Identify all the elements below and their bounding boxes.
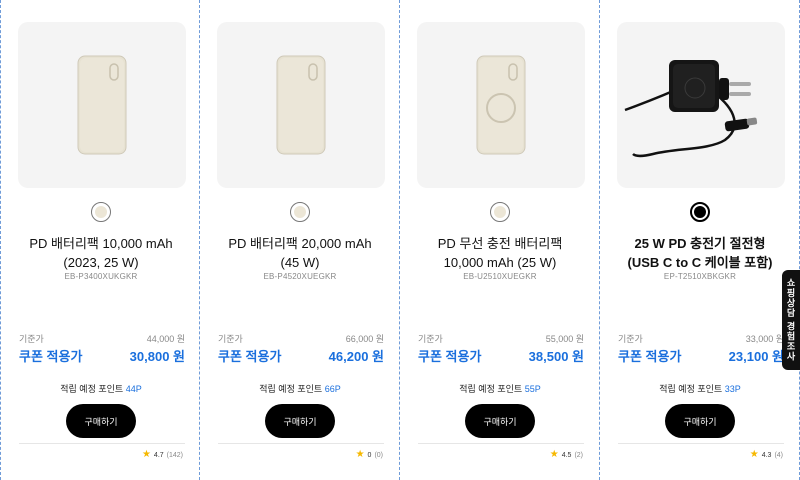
powerbank-icon: [276, 55, 326, 155]
buy-button[interactable]: 구매하기: [465, 404, 535, 438]
wireless-powerbank-icon: [476, 55, 526, 155]
base-price-label: 기준가: [218, 334, 243, 344]
product-image[interactable]: [217, 22, 385, 188]
star-icon: ★: [141, 449, 151, 460]
product-name-line1: PD 배터리팩 10,000 mAh: [29, 236, 173, 251]
base-price-label: 기준가: [618, 334, 643, 344]
product-name-line2: (USB C to C 케이블 포함): [627, 255, 773, 270]
color-swatch-beige[interactable]: [91, 202, 111, 222]
rating[interactable]: ★ 4.3 (4): [750, 450, 783, 460]
base-price-row: 기준가 33,000 원: [618, 332, 784, 345]
reward-points: 적립 예정 포인트 55P: [410, 382, 590, 395]
coupon-price-label: 쿠폰 적용가: [218, 349, 282, 364]
reward-points-value: 66P: [324, 384, 341, 394]
coupon-price-row: 쿠폰 적용가 30,800 원: [19, 346, 185, 365]
buy-button[interactable]: 구매하기: [66, 404, 136, 438]
base-price: 55,000 원: [545, 334, 584, 344]
product-name[interactable]: 25 W PD 충전기 절전형 (USB C to C 케이블 포함): [610, 234, 790, 272]
reward-points-label: 적립 예정 포인트: [459, 384, 523, 394]
buy-button[interactable]: 구매하기: [665, 404, 735, 438]
reward-points-label: 적립 예정 포인트: [659, 384, 723, 394]
product-sku: EB-P4520XUEGKR: [263, 272, 337, 281]
review-count: (2): [574, 451, 583, 459]
product-card: PD 배터리팩 10,000 mAh (2023, 25 W) EB-P3400…: [0, 0, 200, 480]
base-price: 33,000 원: [745, 334, 784, 344]
coupon-price-label: 쿠폰 적용가: [618, 349, 682, 364]
rating[interactable]: ★ 4.5 (2): [550, 450, 583, 460]
coupon-price: 38,500 원: [528, 349, 584, 364]
reward-points-label: 적립 예정 포인트: [60, 384, 124, 394]
reward-points-value: 33P: [724, 384, 741, 394]
coupon-price-label: 쿠폰 적용가: [19, 349, 83, 364]
star-icon: ★: [749, 449, 759, 460]
review-count: (142): [166, 451, 183, 459]
charger-icon: [624, 60, 758, 158]
product-name[interactable]: PD 무선 충전 배터리팩 10,000 mAh (25 W): [410, 234, 590, 272]
rating-value: 4.5: [561, 451, 572, 459]
rating-value: 4.3: [761, 451, 772, 459]
coupon-price-row: 쿠폰 적용가 46,200 원: [218, 346, 384, 365]
color-swatch-beige[interactable]: [290, 202, 310, 222]
reward-points-value: 55P: [524, 384, 541, 394]
product-sku: EB-P3400XUKGKR: [64, 272, 138, 281]
coupon-price-row: 쿠폰 적용가 23,100 원: [618, 346, 784, 365]
base-price-row: 기준가 55,000 원: [418, 332, 584, 345]
reward-points-label: 적립 예정 포인트: [259, 384, 323, 394]
coupon-price: 46,200 원: [328, 349, 384, 364]
powerbank-icon: [77, 55, 127, 155]
product-card: PD 배터리팩 20,000 mAh (45 W) EB-P4520XUEGKR…: [200, 0, 400, 480]
coupon-price-label: 쿠폰 적용가: [418, 349, 482, 364]
color-swatch-black[interactable]: [690, 202, 710, 222]
base-price-label: 기준가: [418, 334, 443, 344]
product-name-line1: PD 무선 충전 배터리팩: [437, 236, 563, 251]
product-name-line2: (2023, 25 W): [63, 255, 139, 270]
rating-value: 0: [367, 451, 372, 459]
divider: [618, 443, 784, 444]
product-sku: EB-U2510XUEGKR: [463, 272, 537, 281]
review-count: (4): [774, 451, 783, 459]
star-icon: ★: [549, 449, 559, 460]
reward-points: 적립 예정 포인트 33P: [610, 382, 790, 395]
product-name-line1: 25 W PD 충전기 절전형: [634, 236, 766, 251]
product-sku: EP-T2510XBKGKR: [663, 272, 737, 281]
color-swatch-beige[interactable]: [490, 202, 510, 222]
star-icon: ★: [355, 449, 365, 460]
product-name-line1: PD 배터리팩 20,000 mAh: [228, 236, 372, 251]
buy-button[interactable]: 구매하기: [265, 404, 335, 438]
product-name-line2: 10,000 mAh (25 W): [443, 255, 557, 270]
base-price-row: 기준가 66,000 원: [218, 332, 384, 345]
divider: [19, 443, 185, 444]
coupon-price: 30,800 원: [129, 349, 185, 364]
rating[interactable]: ★ 0 (0): [356, 450, 383, 460]
reward-points: 적립 예정 포인트 66P: [210, 382, 390, 395]
product-name[interactable]: PD 배터리팩 20,000 mAh (45 W): [210, 234, 390, 272]
product-name-line2: (45 W): [280, 255, 320, 270]
coupon-price-row: 쿠폰 적용가 38,500 원: [418, 346, 584, 365]
divider: [218, 443, 384, 444]
product-grid: PD 배터리팩 10,000 mAh (2023, 25 W) EB-P3400…: [0, 0, 800, 480]
product-image[interactable]: [417, 22, 585, 188]
base-price: 66,000 원: [345, 334, 384, 344]
reward-points: 적립 예정 포인트 44P: [11, 382, 191, 395]
survey-tab[interactable]: 쇼핑상담 경험조사: [782, 270, 800, 370]
product-name[interactable]: PD 배터리팩 10,000 mAh (2023, 25 W): [11, 234, 191, 272]
divider: [418, 443, 584, 444]
rating[interactable]: ★ 4.7 (142): [142, 450, 183, 460]
rating-value: 4.7: [153, 451, 164, 459]
product-image[interactable]: [617, 22, 785, 188]
base-price-row: 기준가 44,000 원: [19, 332, 185, 345]
product-image[interactable]: [18, 22, 186, 188]
coupon-price: 23,100 원: [728, 349, 784, 364]
product-card: 25 W PD 충전기 절전형 (USB C to C 케이블 포함) EP-T…: [600, 0, 800, 480]
survey-tab-label: 쇼핑상담 경험조사: [785, 278, 796, 362]
review-count: (0): [374, 451, 383, 459]
reward-points-value: 44P: [125, 384, 142, 394]
product-card: PD 무선 충전 배터리팩 10,000 mAh (25 W) EB-U2510…: [400, 0, 600, 480]
base-price-label: 기준가: [19, 334, 44, 344]
base-price: 44,000 원: [146, 334, 185, 344]
